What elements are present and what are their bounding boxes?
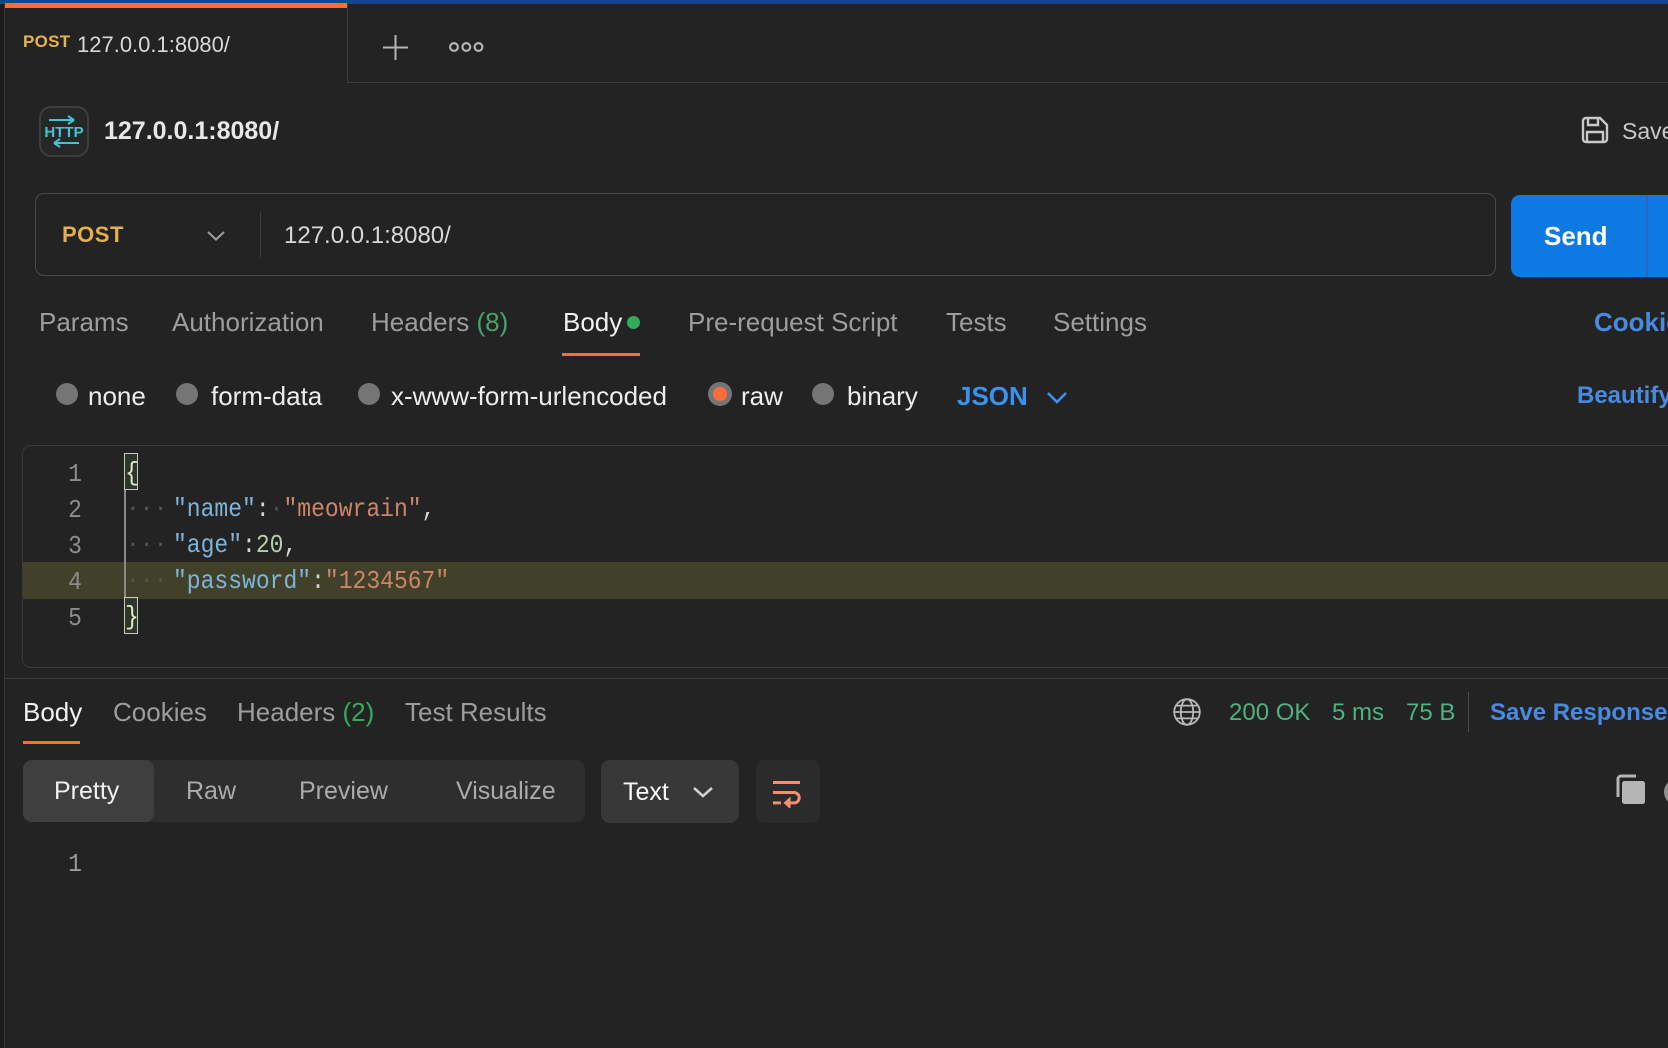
svg-text:HTTP: HTTP xyxy=(44,124,83,141)
